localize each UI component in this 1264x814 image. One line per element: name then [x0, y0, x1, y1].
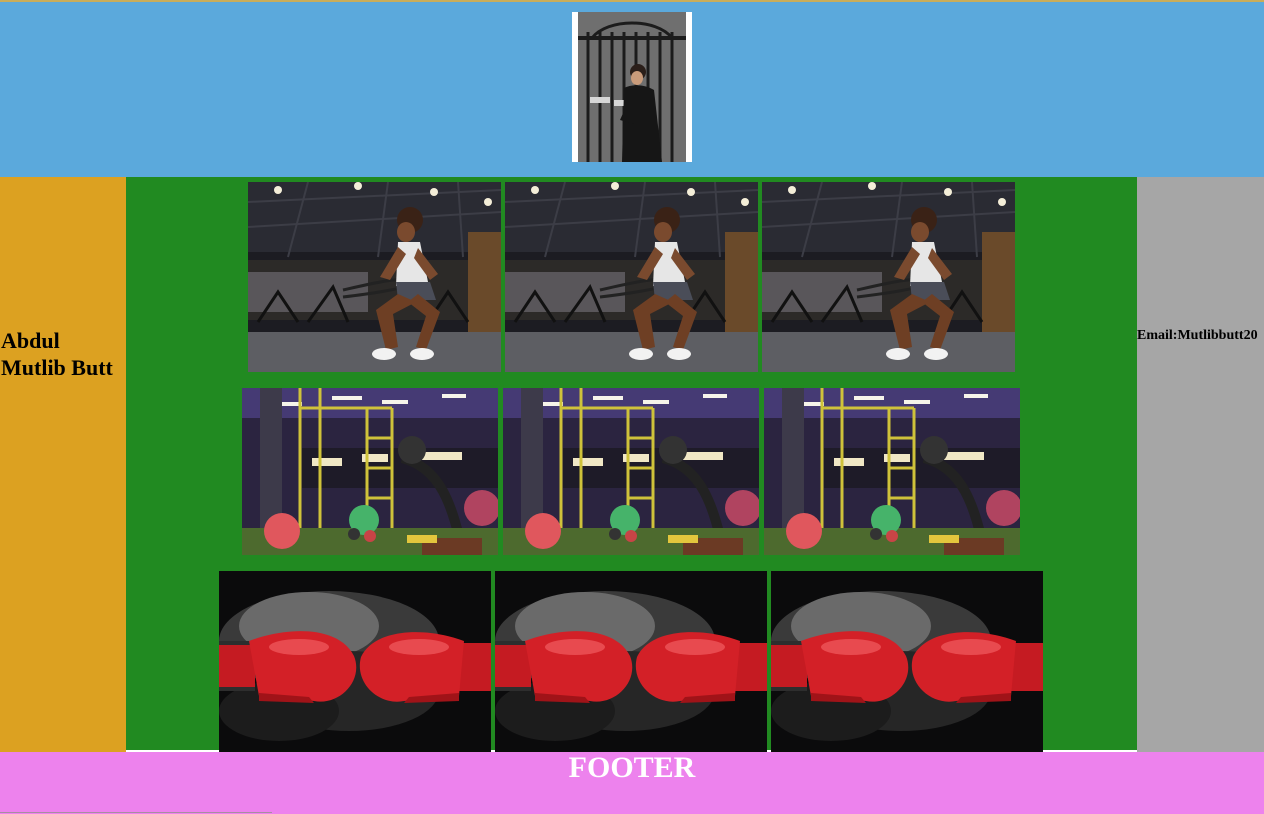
gallery-image-gym-interior: [242, 388, 498, 555]
gallery-image-workout: [248, 182, 501, 372]
gallery-image-gym-interior: [503, 388, 759, 555]
left-sidebar: Abdul Mutlib Butt: [0, 177, 126, 752]
gallery-image-boxing: [495, 571, 767, 756]
author-name: Abdul Mutlib Butt: [1, 328, 113, 380]
gallery-image-workout: [762, 182, 1015, 372]
gallery-image-boxing: [219, 571, 491, 756]
footer-title: FOOTER: [568, 751, 696, 784]
profile-photo: [572, 12, 692, 162]
gallery-image-workout: [505, 182, 758, 372]
contact-email: Email:Mutlibbutt20: [1137, 328, 1258, 343]
footer: FOOTER: [0, 751, 1264, 814]
gallery-image-gym-interior: [764, 388, 1020, 555]
gallery-image-boxing: [771, 571, 1043, 756]
header: [0, 2, 1264, 177]
right-sidebar: Email:Mutlibbutt20: [1137, 177, 1264, 752]
footer-divider: [0, 812, 272, 813]
main-gallery: [126, 177, 1137, 750]
